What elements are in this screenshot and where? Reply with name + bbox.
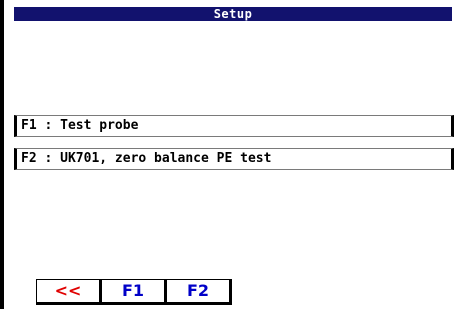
menu-item-label: F2 : UK701, zero balance PE test <box>21 151 272 166</box>
left-border <box>0 0 4 309</box>
menu-item-zero-balance-pe-test[interactable]: F2 : UK701, zero balance PE test <box>14 148 454 170</box>
menu-item-label: F1 : Test probe <box>21 118 139 133</box>
title-bar: Setup <box>14 7 452 21</box>
function-key-bar: << F1 F2 <box>36 279 232 305</box>
menu-item-test-probe[interactable]: F1 : Test probe <box>14 115 454 137</box>
f2-button[interactable]: F2 <box>166 279 232 305</box>
window-title: Setup <box>213 7 253 21</box>
f1-button[interactable]: F1 <box>101 279 167 305</box>
back-button[interactable]: << <box>36 279 102 305</box>
